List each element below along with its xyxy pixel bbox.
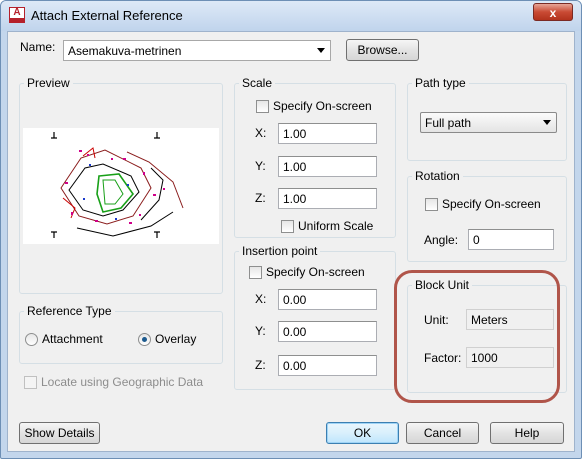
- attachment-radio[interactable]: [25, 333, 38, 346]
- show-details-button[interactable]: Show Details: [19, 422, 100, 444]
- overlay-radio[interactable]: [138, 333, 151, 346]
- close-icon: x: [549, 6, 557, 20]
- path-type-group: Path type Full path: [407, 76, 567, 161]
- insertion-z-label: Z:: [255, 358, 266, 372]
- dialog-title: Attach External Reference: [31, 8, 183, 23]
- rotation-group: Rotation Specify On-screen Angle: 0: [407, 169, 567, 262]
- preview-title: Preview: [24, 76, 73, 90]
- browse-button[interactable]: Browse...: [346, 39, 419, 61]
- preview-group: Preview: [19, 76, 223, 294]
- chevron-down-icon: [317, 48, 325, 53]
- scale-specify-label: Specify On-screen: [273, 99, 372, 113]
- geographic-data-label: Locate using Geographic Data: [41, 375, 204, 389]
- insertion-x-input[interactable]: 0.00: [278, 289, 377, 310]
- reference-type-group: Reference Type Attachment Overlay: [19, 304, 223, 364]
- rotation-title: Rotation: [412, 169, 463, 183]
- name-value: Asemakuva-metrinen: [68, 44, 182, 58]
- scale-y-label: Y:: [255, 159, 266, 173]
- scale-z-input[interactable]: 1.00: [278, 188, 377, 209]
- insertion-specify-checkbox[interactable]: [249, 266, 262, 279]
- chevron-down-icon: [543, 120, 551, 125]
- scale-y-input[interactable]: 1.00: [278, 156, 377, 177]
- path-type-value: Full path: [425, 116, 472, 130]
- geographic-data-checkbox[interactable]: [24, 376, 37, 389]
- insertion-point-group: Insertion point Specify On-screen X: 0.0…: [234, 244, 396, 390]
- uniform-scale-label: Uniform Scale: [298, 219, 374, 233]
- insertion-specify-label: Specify On-screen: [266, 265, 365, 279]
- scale-x-input[interactable]: 1.00: [278, 123, 377, 144]
- insertion-y-label: Y:: [255, 324, 266, 338]
- scale-x-label: X:: [255, 126, 267, 140]
- rotation-specify-label: Specify On-screen: [442, 197, 541, 211]
- block-unit-highlight-annotation: [394, 270, 560, 403]
- attachment-label: Attachment: [42, 332, 103, 346]
- attach-xref-dialog: A Attach External Reference x Name: Asem…: [0, 0, 582, 459]
- name-label: Name:: [20, 40, 56, 54]
- path-type-dropdown[interactable]: Full path: [420, 112, 557, 133]
- angle-input[interactable]: 0: [468, 229, 554, 250]
- scale-specify-checkbox[interactable]: [256, 100, 269, 113]
- title-bar[interactable]: A Attach External Reference x: [1, 1, 581, 31]
- drawing-preview: [23, 128, 219, 244]
- rotation-specify-checkbox[interactable]: [425, 198, 438, 211]
- reference-type-title: Reference Type: [24, 304, 115, 318]
- angle-label: Angle:: [424, 233, 459, 247]
- overlay-label: Overlay: [155, 332, 197, 346]
- scale-title: Scale: [239, 76, 276, 90]
- uniform-scale-checkbox[interactable]: [281, 220, 294, 233]
- insertion-z-input[interactable]: 0.00: [278, 355, 377, 376]
- path-type-title: Path type: [412, 76, 469, 90]
- insertion-point-title: Insertion point: [239, 244, 321, 258]
- insertion-x-label: X:: [255, 292, 267, 306]
- cancel-button[interactable]: Cancel: [406, 422, 479, 444]
- scale-z-label: Z:: [255, 191, 266, 205]
- ok-button[interactable]: OK: [326, 422, 399, 444]
- name-dropdown[interactable]: Asemakuva-metrinen: [63, 40, 331, 61]
- insertion-y-input[interactable]: 0.00: [278, 321, 377, 342]
- autocad-app-icon: A: [9, 7, 25, 23]
- dialog-body: Name: Asemakuva-metrinen Browse... Previ…: [7, 31, 575, 452]
- close-button[interactable]: x: [533, 3, 573, 21]
- help-button[interactable]: Help: [490, 422, 564, 444]
- scale-group: Scale Specify On-screen X: 1.00 Y: 1.00 …: [234, 76, 396, 238]
